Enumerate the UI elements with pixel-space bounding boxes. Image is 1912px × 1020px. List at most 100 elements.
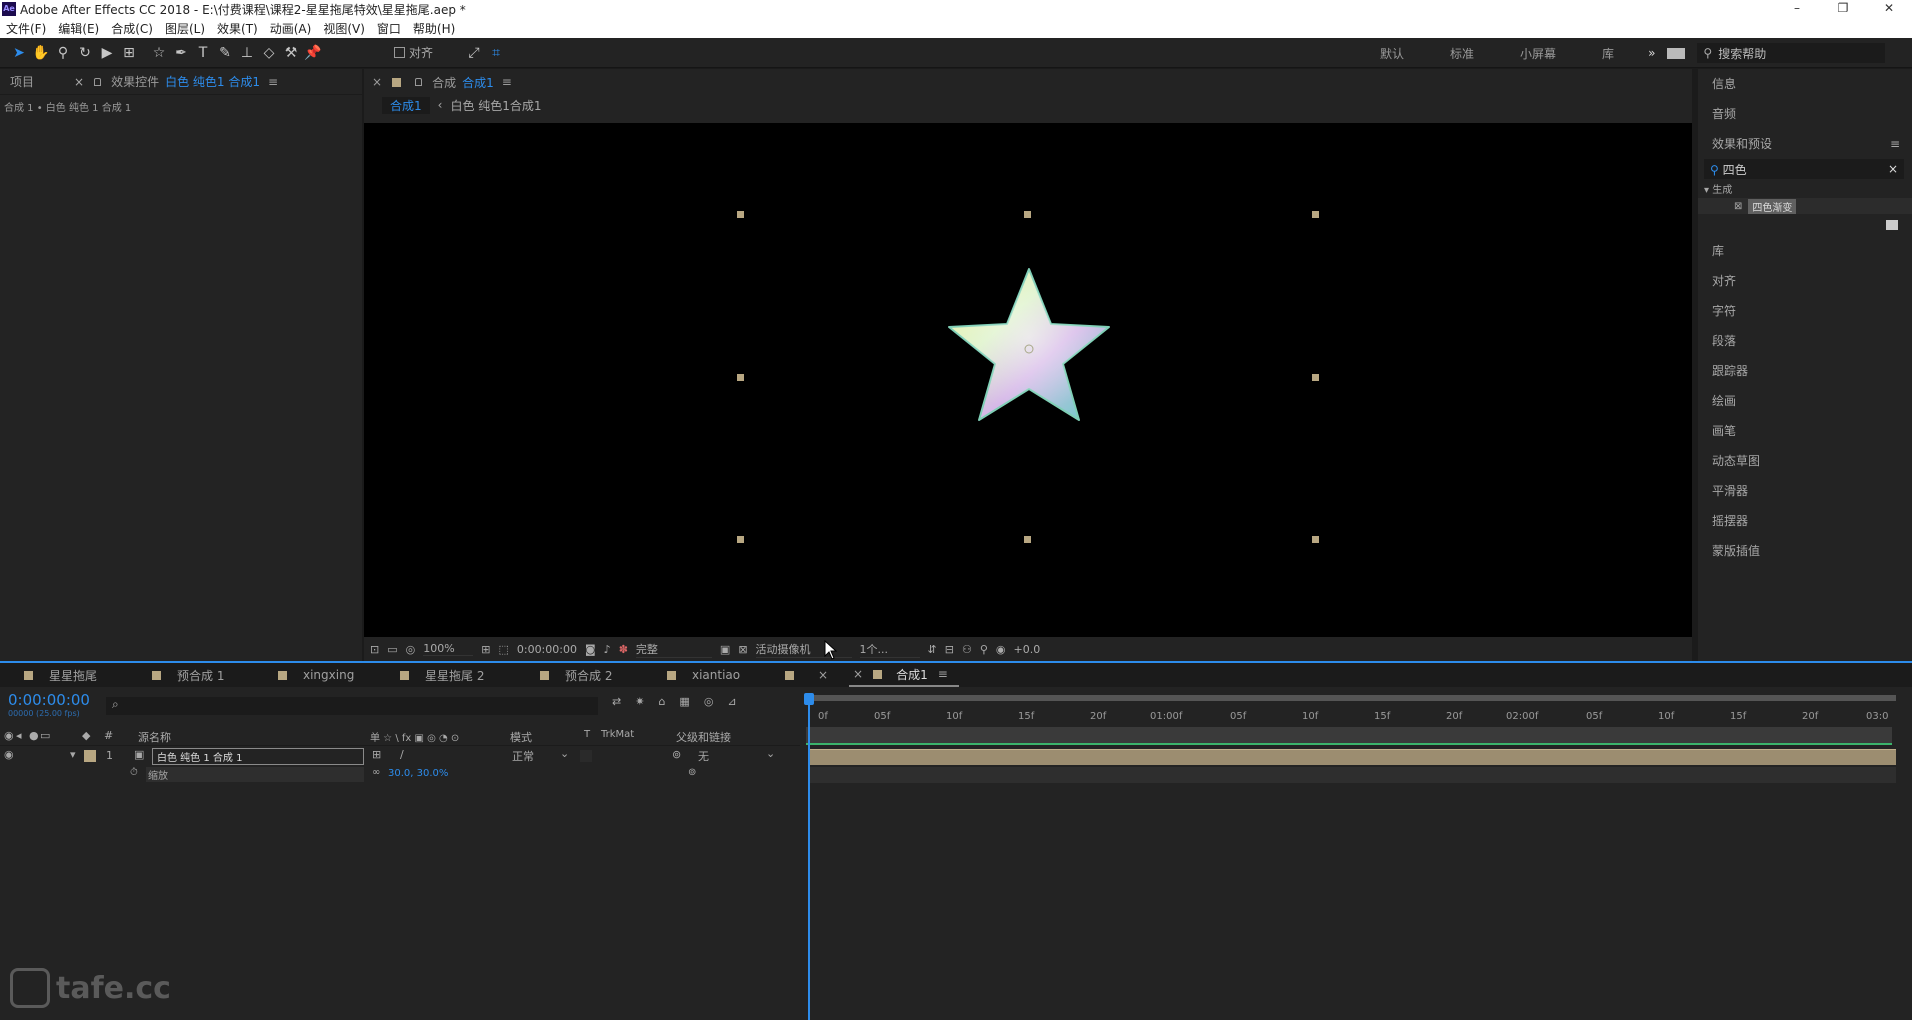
tab-effect-controls[interactable]: 效果控件 <box>111 73 159 90</box>
property-row[interactable]: ⏱ 缩放 ∞ 30.0, 30.0% ⊚ <box>0 766 800 784</box>
comp-mini-flowchart-icon[interactable]: ⇄ <box>612 695 621 708</box>
puppet-pin-tool-icon[interactable]: 📌 <box>302 42 324 64</box>
zoom-tool-icon[interactable]: ⚲ <box>52 42 74 64</box>
panel-mask-interpolation[interactable]: 蒙版插值 <box>1698 536 1912 566</box>
stopwatch-icon[interactable]: ⏱ <box>130 767 138 778</box>
menu-edit[interactable]: 编辑(E) <box>52 20 105 37</box>
col-source-name[interactable]: 源名称 <box>138 729 171 745</box>
transform-handle[interactable] <box>1312 211 1319 218</box>
current-time-indicator[interactable] <box>808 697 810 1020</box>
active-tab-close[interactable]: × <box>853 667 863 681</box>
star-layer[interactable] <box>944 263 1114 428</box>
comp-breadcrumb-2[interactable]: 白色 纯色1合成1 <box>450 97 541 114</box>
panel-tracker[interactable]: 跟踪器 <box>1698 356 1912 386</box>
trkmat-box[interactable] <box>580 750 592 762</box>
selection-tool-icon[interactable]: ➤ <box>8 42 30 64</box>
timeline-tab[interactable]: × <box>785 668 849 682</box>
transform-handle[interactable] <box>1024 211 1031 218</box>
comp-breadcrumb-1[interactable]: 合成1 <box>382 96 430 114</box>
graph-editor-icon[interactable]: ⊿ <box>727 695 736 708</box>
timeline-graph-area[interactable]: 0f 05f 10f 15f 20f 01:00f 05f 10f 15f 20… <box>804 687 1912 1020</box>
collapse-switch-icon[interactable]: ⊞ <box>372 748 381 761</box>
region-of-interest-icon[interactable]: ▣ <box>720 643 730 656</box>
shape-tool-icon[interactable]: ☆ <box>148 42 170 64</box>
panel-brushes[interactable]: 画笔 <box>1698 416 1912 446</box>
tab-project[interactable]: 项目 <box>10 73 34 90</box>
transform-handle[interactable] <box>737 536 744 543</box>
panel-menu-icon[interactable]: ≡ <box>268 75 278 89</box>
hand-tool-icon[interactable]: ✋ <box>30 42 52 64</box>
menu-view[interactable]: 视图(V) <box>317 20 371 37</box>
panel-effects-presets[interactable]: 效果和预设 ≡ <box>1698 129 1912 159</box>
effects-presets-menu-icon[interactable]: ≡ <box>1890 129 1900 159</box>
exposure-value[interactable]: +0.0 <box>1014 643 1041 656</box>
effects-tree-item[interactable]: ⊠ 四色渐变 <box>1698 198 1912 214</box>
snap-option-icon[interactable]: ⤢ <box>463 42 485 64</box>
zoom-dropdown[interactable]: 100% <box>423 642 474 656</box>
layer-name[interactable]: 白色 纯色 1 合成 1 <box>152 748 364 765</box>
vr-icon[interactable]: ◎ <box>406 643 416 656</box>
quality-switch-icon[interactable]: ∕ <box>400 748 404 761</box>
pen-tool-icon[interactable]: ✒ <box>170 42 192 64</box>
effects-tree-group[interactable]: ▾ 生成 <box>1704 181 1912 196</box>
restore-button[interactable]: ❐ <box>1820 0 1866 18</box>
fast-preview-icon[interactable]: ⇵ <box>928 643 937 656</box>
workspace-panel-icon[interactable] <box>1667 47 1686 59</box>
pick-whip-icon[interactable]: ⊚ <box>672 748 681 761</box>
transparency-grid-icon[interactable]: ⊠ <box>738 643 747 656</box>
constrain-proportions-icon[interactable]: ∞ <box>372 767 380 778</box>
workspaces-more-button[interactable]: » <box>1636 46 1667 60</box>
menu-composition[interactable]: 合成(C) <box>105 20 159 37</box>
timeline-tab[interactable]: 星星拖尾 2 <box>400 667 540 684</box>
flowchart-icon[interactable]: ⚇ <box>962 643 972 656</box>
timeline-icon[interactable]: ⊟ <box>945 643 954 656</box>
timeline-tab-close[interactable]: × <box>818 668 828 682</box>
audio-icon[interactable]: ◂ <box>16 729 22 742</box>
safe-area-icon[interactable]: ⊞ <box>481 643 490 656</box>
menu-layer[interactable]: 图层(L) <box>159 20 211 37</box>
lock-icon[interactable] <box>94 77 102 86</box>
shy-layers-icon[interactable]: ⌂ <box>658 695 665 708</box>
timeline-tab-active[interactable]: × 合成1 ≡ <box>849 663 959 687</box>
workspace-default[interactable]: 默认 <box>1368 45 1416 62</box>
timeline-tab[interactable]: 星星拖尾 <box>24 667 152 684</box>
new-folder-icon[interactable] <box>1886 220 1898 230</box>
views-dropdown[interactable]: 1个... <box>859 641 920 658</box>
panel-smoother[interactable]: 平滑器 <box>1698 476 1912 506</box>
viewer-timecode[interactable]: 0:00:00:00 <box>517 643 577 656</box>
timeline-tab[interactable]: 预合成 2 <box>540 667 667 684</box>
transform-handle[interactable] <box>737 374 744 381</box>
playhead-icon[interactable] <box>804 693 814 705</box>
panel-motion-sketch[interactable]: 动态草图 <box>1698 446 1912 476</box>
clear-search-icon[interactable]: × <box>1888 162 1898 176</box>
panel-wiggler[interactable]: 摇摆器 <box>1698 506 1912 536</box>
layer-duration-bar[interactable] <box>810 749 1896 765</box>
solo-icon[interactable]: ● <box>29 729 39 742</box>
menu-file[interactable]: 文件(F) <box>0 20 52 37</box>
panel-character[interactable]: 字符 <box>1698 296 1912 326</box>
timeline-tab[interactable]: xingxing <box>278 668 400 682</box>
comp-tab-name[interactable]: 合成1 <box>462 74 494 91</box>
snap-checkbox[interactable] <box>394 47 405 58</box>
lock-column-icon[interactable]: ▭ <box>40 729 50 742</box>
comp-menu-icon[interactable]: ≡ <box>502 75 512 89</box>
menu-help[interactable]: 帮助(H) <box>407 20 461 37</box>
scale-value[interactable]: 30.0, 30.0% <box>388 768 448 779</box>
clone-stamp-tool-icon[interactable]: ⊥ <box>236 42 258 64</box>
monitor-icon[interactable]: ▭ <box>387 643 397 656</box>
workspace-standard[interactable]: 标准 <box>1438 45 1486 62</box>
parent-chevron-icon[interactable]: ⌄ <box>766 747 775 760</box>
parent-dropdown[interactable]: 无 <box>698 748 709 764</box>
draft-3d-icon[interactable]: ✷ <box>635 695 644 708</box>
rotate-tool-icon[interactable]: ↻ <box>74 42 96 64</box>
panel-paragraph[interactable]: 段落 <box>1698 326 1912 356</box>
roto-brush-tool-icon[interactable]: ⚒ <box>280 42 302 64</box>
workspace-library[interactable]: 库 <box>1590 45 1626 62</box>
close-icon[interactable]: × <box>74 75 84 89</box>
channel-icon[interactable]: ✽ <box>619 643 628 656</box>
always-preview-icon[interactable]: ⊡ <box>370 643 379 656</box>
eraser-tool-icon[interactable]: ◇ <box>258 42 280 64</box>
menu-window[interactable]: 窗口 <box>371 20 407 37</box>
composition-viewer[interactable] <box>364 123 1692 637</box>
timeline-tab[interactable]: xiantiao <box>667 668 785 682</box>
